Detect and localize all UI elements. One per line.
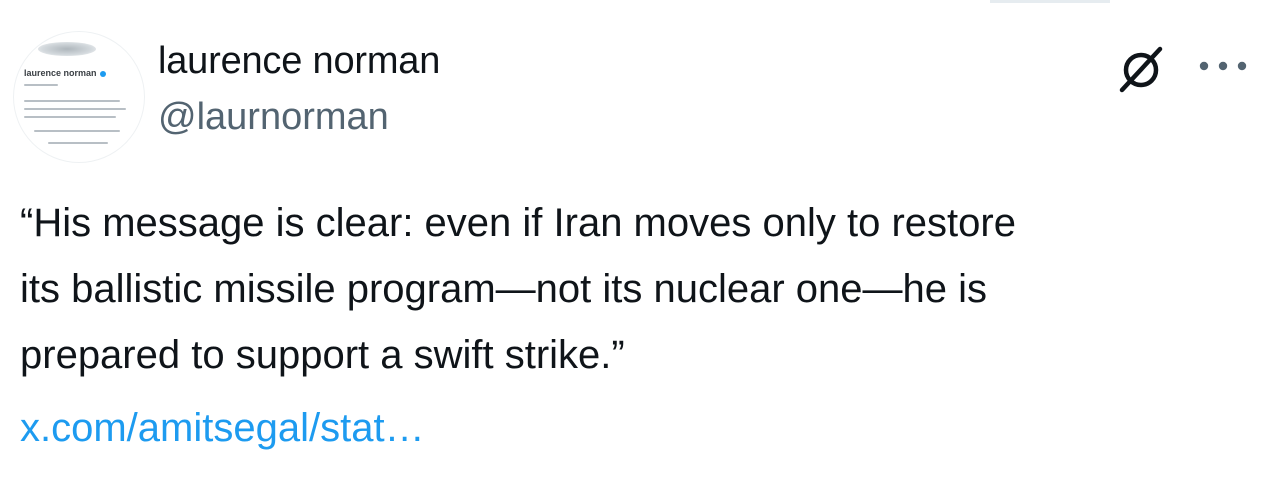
tweet-line: “His message is clear: even if Iran move…	[20, 201, 1016, 245]
more-options-icon[interactable]	[1196, 54, 1250, 78]
avatar-card-bio-line	[24, 100, 120, 102]
avatar-card-name-text: laurence norman	[24, 68, 97, 78]
tweet-text: “His message is clear: even if Iran move…	[20, 190, 1260, 388]
avatar-card-bio-line	[24, 108, 126, 110]
avatar-card-stats-line	[48, 142, 108, 144]
avatar-card-name: laurence norman	[24, 68, 106, 78]
avatar-banner	[38, 42, 96, 56]
verified-badge-icon	[99, 70, 106, 77]
avatar-card-bio-line	[24, 116, 116, 118]
avatar[interactable]: laurence norman	[14, 32, 144, 162]
grok-icon[interactable]	[1116, 44, 1166, 94]
tweet-line: prepared to support a swift strike.”	[20, 333, 625, 377]
display-name[interactable]: laurence norman	[158, 40, 440, 83]
avatar-card-meta-line	[34, 130, 120, 132]
top-edge-strip	[990, 0, 1110, 3]
user-handle[interactable]: @laurnorman	[158, 96, 389, 139]
tweet-link[interactable]: x.com/amitsegal/stat…	[20, 395, 425, 461]
avatar-card-handle-line	[24, 84, 58, 86]
tweet-line: its ballistic missile program—not its nu…	[20, 267, 988, 311]
